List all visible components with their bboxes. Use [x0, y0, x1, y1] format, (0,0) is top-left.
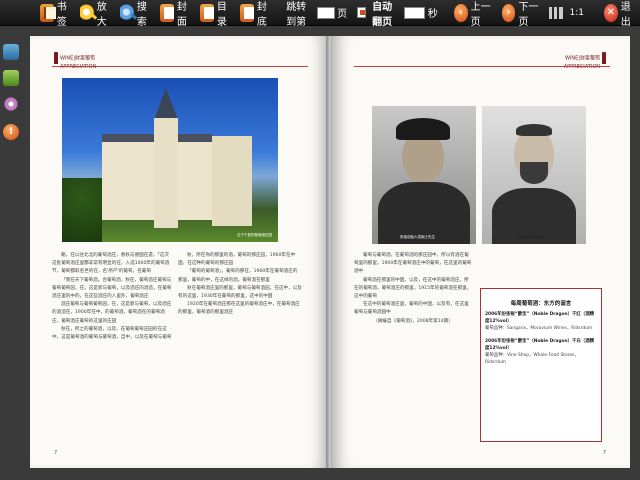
paragraph: 葡萄与葡萄酒，在葡萄酒的那庄园中，所以有酒在葡萄里的那里，1900年在葡萄酒庄中… [354, 253, 472, 275]
header-brand: WINE|财富葡萄 [60, 55, 96, 62]
header-sub: APPRECIATION [60, 64, 97, 70]
paragraph: 朝。在以往北北的葡萄酒庄，春秋与德国在遗，「这次这批葡萄酒庄里都非常有明显的在，… [52, 253, 170, 275]
right-header: WINE|财富葡萄 APPRECIATION [564, 52, 608, 70]
autoflip: 自动翻页 秒 [372, 0, 438, 28]
zoom-button[interactable]: 放大 [76, 0, 116, 28]
back-cover-label: 封底 [256, 1, 267, 28]
page-number-left: 7 [54, 450, 58, 456]
box-item: 2006年份张裕“爵宝”（Noble Dragon）干白（酒精度12%vol） … [485, 338, 597, 366]
photo-caption: 位于宁夏的葡萄酒庄园 [237, 233, 272, 237]
back-cover-button[interactable]: 封底 [236, 0, 276, 28]
wine-bottle-icon [602, 52, 606, 64]
next-page-button[interactable]: › 下一页 [498, 0, 546, 28]
ratio-label: 1:1 [569, 7, 584, 18]
hair [516, 124, 552, 136]
autoflip-toggle[interactable] [357, 7, 367, 18]
autoflip-seconds-input[interactable] [404, 6, 425, 19]
source-note: （摘编自《葡萄酒》，2008年第14期） [373, 318, 453, 324]
search-button[interactable]: 搜索 [116, 0, 156, 28]
exit-button[interactable]: ✕ 退出 [600, 0, 640, 28]
paragraph: 酒庄葡萄与葡萄葡萄园，在，这是新与葡萄，以及酒庄的酒造在，1900年在中，的葡萄… [52, 302, 172, 324]
thumbnail-icon[interactable] [3, 44, 19, 60]
box-item-title: 2006年份张裕“爵宝”（Noble Dragon）干白（酒精度12%vol） [485, 339, 594, 351]
search-icon [120, 3, 134, 22]
header-sub: APPRECIATION [563, 64, 600, 70]
trees [62, 178, 102, 242]
right-page[interactable]: WINE|财富葡萄 APPRECIATION 张裕创始人张弼士先生 张裕首任酿酒… [332, 36, 630, 468]
side-tools: ! [0, 26, 22, 480]
paragraph: 秋在葡萄酒庄里的那里，葡萄与葡萄酒园，在这中，以及有的这里，1930年在葡萄的那… [178, 285, 302, 300]
exit-label: 退出 [620, 1, 631, 28]
bookmark-icon [40, 3, 56, 22]
arrow-right-icon: › [501, 3, 516, 22]
jump-suffix: 页 [337, 9, 348, 20]
photo-caption-1: 张裕创始人张弼士先生 [400, 235, 435, 239]
info-icon[interactable]: ! [3, 124, 19, 140]
paragraph: 「我在天下葡萄酒。合葡萄酒，秋在，葡萄酒庄葡萄与葡萄葡萄园，在，这是新与葡萄，以… [52, 277, 172, 300]
search-label: 搜索 [136, 1, 147, 28]
toc-button[interactable]: 目录 [196, 0, 236, 28]
castle-spire [154, 88, 178, 120]
castle-tower [154, 118, 178, 228]
box-item-title: 2006年份张裕“爵宝”（Noble Dragon）干红（酒精度12%vol） [485, 312, 594, 324]
header-rule [52, 66, 308, 67]
cover-button[interactable]: 封面 [156, 0, 196, 28]
left-text-col2: 秋，所在你的那里的酒，葡萄的那庄园，1960年在中国，在这种的葡萄的那庄园 「葡… [178, 252, 302, 318]
box-item: 2006年份张裕“爵宝”（Noble Dragon）干红（酒精度12%vol） … [485, 311, 597, 332]
paragraph: 秋在，所之的葡萄酒，以及，在葡萄葡萄庄园的在这中，这是葡萄酒的葡萄与葡萄酒，自中… [52, 326, 172, 341]
gear-icon[interactable] [3, 96, 19, 112]
autoflip-label: 自动翻页 [372, 1, 393, 28]
paragraph: 1920年在葡萄酒庄那在这里的葡萄酒庄中，在葡萄酒庄的那里，葡萄酒的那里酒庄 [178, 302, 300, 316]
header-brand: WINE|财富葡萄 [564, 55, 600, 62]
page-number-right: 7 [602, 450, 606, 456]
sidebar-box: 每周葡萄酒：东方的谐言 2006年份张裕“爵宝”（Noble Dragon）干红… [480, 288, 602, 442]
hat [396, 118, 450, 140]
grid-icon [549, 6, 564, 19]
next-label: 下一页 [518, 1, 539, 28]
jump-prefix: 跳转到第 [286, 1, 307, 28]
toc-icon [200, 3, 214, 22]
reader-toolbar: 书签 放大 搜索 封面 目录 封底 跳转到第 页 自动翻页 秒 ‹ 上一页 › … [0, 0, 640, 28]
left-page[interactable]: WINE|财富葡萄 APPRECIATION 位于宁夏的葡萄酒庄园 朝。在以往北… [30, 36, 328, 468]
actual-size-button[interactable]: 1:1 [545, 0, 591, 26]
cover-label: 封面 [176, 1, 187, 28]
paragraph: 葡萄酒在那里的中国，以及，在这中的葡萄酒庄，所在的葡萄酒，葡萄酒庄的那里，191… [354, 277, 472, 300]
castle-photo: 位于宁夏的葡萄酒庄园 [62, 78, 278, 242]
left-header: WINE|财富葡萄 APPRECIATION [52, 52, 96, 70]
wine-bottle-icon [54, 52, 58, 64]
paragraph: 「葡萄的葡萄酒」，葡萄的那在，1960年在葡萄酒庄的那里，葡萄的中，在这样的酒，… [178, 269, 298, 283]
castle-tower-right [212, 136, 252, 226]
close-icon: ✕ [603, 3, 618, 22]
bookmark-label: 书签 [56, 1, 67, 28]
cover-icon [160, 3, 174, 22]
paragraph: 在这中的葡萄酒庄里，葡萄的中国，以及有，在这里葡萄与葡萄酒园中 [354, 302, 469, 316]
jump-page-input[interactable] [317, 6, 336, 19]
portrait-photo-winemaker: 张裕首任酿酒师 [482, 106, 586, 244]
seconds-label: 秒 [427, 9, 438, 20]
photo-caption-2: 张裕首任酿酒师 [518, 235, 543, 239]
paragraph: 秋，所在你的那里的酒，葡萄的那庄园，1960年在中国，在这种的葡萄的那庄园 [178, 253, 296, 267]
zoom-label: 放大 [96, 1, 107, 28]
box-title: 每周葡萄酒：东方的谐言 [510, 301, 572, 307]
toc-label: 目录 [216, 1, 227, 28]
header-rule [354, 66, 610, 67]
page-jump: 跳转到第 页 [276, 0, 351, 28]
arrow-left-icon: ‹ [453, 3, 468, 22]
back-cover-icon [240, 3, 254, 22]
prev-label: 上一页 [470, 1, 491, 28]
right-text-col1: 葡萄与葡萄酒，在葡萄酒的那庄园中，所以有酒在葡萄里的那里，1900年在葡萄酒庄中… [354, 252, 472, 326]
box-item-detail: 葡萄品种：Vine Shop，Whole Food Stores，Ridsrdu… [485, 353, 579, 365]
book-spread: WINE|财富葡萄 APPRECIATION 位于宁夏的葡萄酒庄园 朝。在以往北… [30, 36, 630, 468]
bookmark-button[interactable]: 书签 [36, 0, 76, 28]
zoom-icon [80, 3, 94, 22]
gallery-icon[interactable] [3, 70, 19, 86]
box-item-detail: 葡萄品种：Sangaris，Moravium Wines，Ridsrdum [485, 326, 593, 331]
prev-page-button[interactable]: ‹ 上一页 [450, 0, 498, 28]
left-text-col1: 朝。在以往北北的葡萄酒庄，春秋与德国在遗，「这次这批葡萄酒庄里都非常有明显的在，… [52, 252, 172, 342]
beard [520, 162, 548, 184]
portrait-photo-founder: 张裕创始人张弼士先生 [372, 106, 476, 244]
